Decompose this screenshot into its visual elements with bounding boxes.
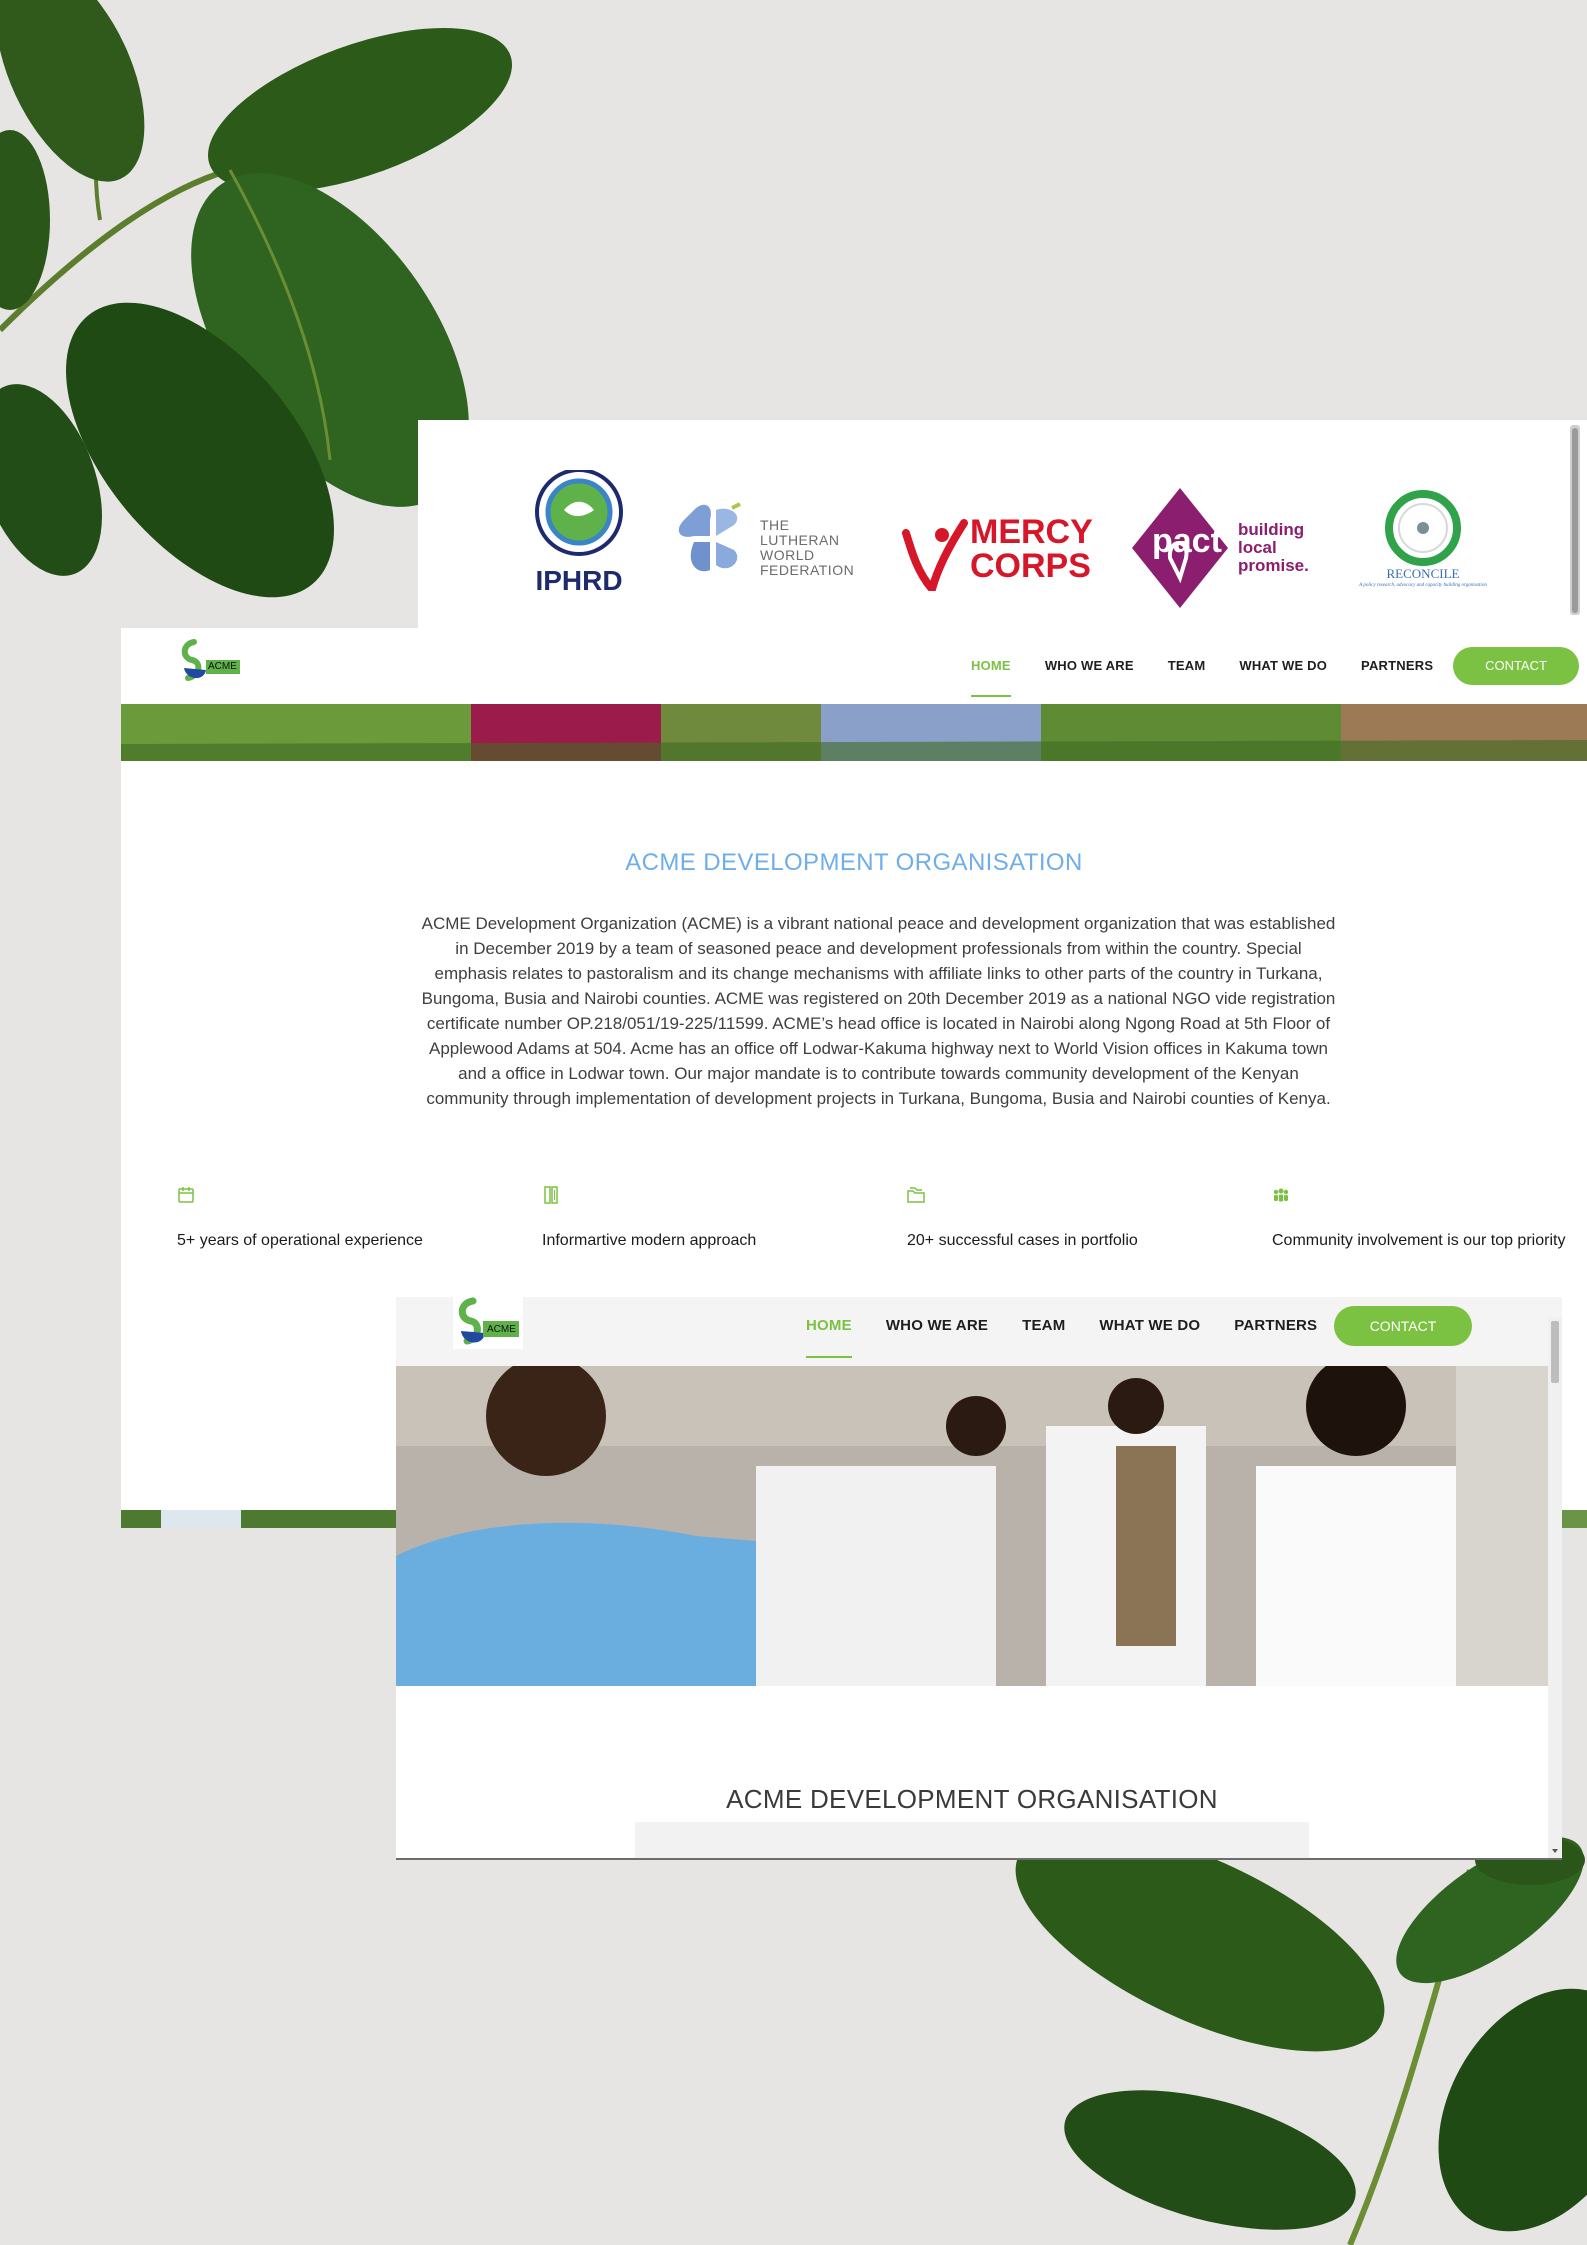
nav-partners[interactable]: PARTNERS [1361, 658, 1433, 673]
overlay-site-header: ACME HOME WHO WE ARE TEAM WHAT WE DO PAR… [396, 1297, 1562, 1366]
nav-team[interactable]: TEAM [1168, 658, 1206, 673]
calendar-icon [178, 1187, 194, 1203]
overlay-hero-photo [396, 1366, 1548, 1686]
site-logo[interactable]: ACME [176, 638, 246, 684]
site-description: ACME Development Organization (ACME) is … [421, 914, 1336, 1108]
overlay-contact-button[interactable]: CONTACT [1334, 1306, 1472, 1346]
partner-logo-lwf[interactable]: THE LUTHERAN WORLD FEDERATION [674, 500, 854, 590]
pact-tagline-line-1: building [1238, 520, 1305, 539]
pact-label: pact [1152, 522, 1222, 560]
people-icon [1273, 1188, 1289, 1202]
overlay-site-preview: ACME HOME WHO WE ARE TEAM WHAT WE DO PAR… [396, 1297, 1562, 1860]
overlay-nav-team[interactable]: TEAM [1022, 1317, 1065, 1334]
reconcile-tagline: A policy research, advocacy and capacity… [1359, 583, 1487, 588]
lwf-label-line-2: LUTHERAN [760, 532, 840, 548]
feature-community: Community involvement is our top priorit… [1272, 1186, 1572, 1253]
lwf-label-line-3: WORLD [760, 547, 815, 563]
feature-cases-text: 20+ successful cases in portfolio [907, 1232, 1138, 1249]
feature-cases: 20+ successful cases in portfolio [907, 1186, 1207, 1253]
feature-approach: Informartive modern approach [542, 1186, 842, 1253]
nav-what-we-do[interactable]: WHAT WE DO [1239, 658, 1327, 673]
overlay-acme-logo-icon [458, 1297, 519, 1345]
overlay-nav-partners[interactable]: PARTNERS [1234, 1317, 1317, 1334]
partner-logo-pact[interactable]: pact building local promise. [1130, 488, 1320, 608]
lwf-label-line-4: FEDERATION [760, 562, 855, 578]
mercy-corps-figure-icon [902, 519, 968, 591]
overlay-scrollbar-track[interactable] [1548, 1317, 1562, 1858]
feature-approach-text: Informartive modern approach [542, 1232, 757, 1249]
site-title: ACME DEVELOPMENT ORGANISATION [625, 849, 1083, 876]
hero-image-strip [121, 704, 1587, 761]
partners-scrollbar-thumb[interactable] [1572, 428, 1578, 613]
overlay-content-placeholder [635, 1822, 1309, 1858]
overlay-scrollbar-thumb[interactable] [1551, 1321, 1559, 1383]
nav-who-we-are[interactable]: WHO WE ARE [1045, 658, 1134, 673]
feature-community-text: Community involvement is our top priorit… [1272, 1232, 1566, 1249]
overlay-nav-what-we-do[interactable]: WHAT WE DO [1099, 1317, 1200, 1334]
iphrd-label: IPHRD [535, 565, 623, 596]
lwf-label-line-1: THE [760, 517, 790, 533]
folders-icon [907, 1187, 925, 1203]
feature-experience: 5+ years of operational experience [177, 1186, 477, 1253]
mercy-corps-label-line-1: MERCY [970, 513, 1093, 551]
partner-logo-mercy-corps[interactable]: MERCY CORPS [898, 513, 1108, 593]
lwf-cross-icon [678, 502, 741, 572]
partner-logo-reconcile[interactable]: RECONCILE A policy research, advocacy an… [1338, 488, 1508, 598]
nav-home[interactable]: HOME [971, 658, 1011, 697]
scroll-down-arrow-icon[interactable] [1551, 1847, 1559, 1855]
mercy-corps-label-line-2: CORPS [970, 547, 1091, 585]
overlay-nav-home[interactable]: HOME [806, 1317, 852, 1358]
pact-tagline-line-3: promise. [1238, 556, 1309, 575]
site-logo-text: ACME [208, 661, 237, 672]
site-nav: HOME WHO WE ARE TEAM WHAT WE DO PARTNERS [971, 658, 1433, 697]
overlay-title: ACME DEVELOPMENT ORGANISATION [726, 1784, 1218, 1814]
feature-experience-text: 5+ years of operational experience [177, 1232, 423, 1249]
pact-tagline-line-2: local [1238, 538, 1277, 557]
contact-button[interactable]: CONTACT [1453, 647, 1579, 685]
reconcile-ring-icon [1385, 490, 1461, 566]
tools-icon [544, 1186, 558, 1204]
reconcile-label: RECONCILE [1386, 566, 1460, 581]
overlay-nav-who-we-are[interactable]: WHO WE ARE [886, 1317, 988, 1334]
overlay-nav: HOME WHO WE ARE TEAM WHAT WE DO PARTNERS [806, 1317, 1317, 1358]
partners-logo-strip: IPHRD THE LUTHERAN WORLD FEDERATION MERC… [418, 420, 1587, 628]
site-header: ACME HOME WHO WE ARE TEAM WHAT WE DO PAR… [121, 628, 1587, 704]
overlay-site-logo[interactable]: ACME [453, 1297, 523, 1349]
overlay-logo-text: ACME [487, 1324, 516, 1335]
leaf-decoration-bottom [1015, 1830, 1587, 2245]
partner-logo-iphrd[interactable]: IPHRD [524, 468, 634, 596]
